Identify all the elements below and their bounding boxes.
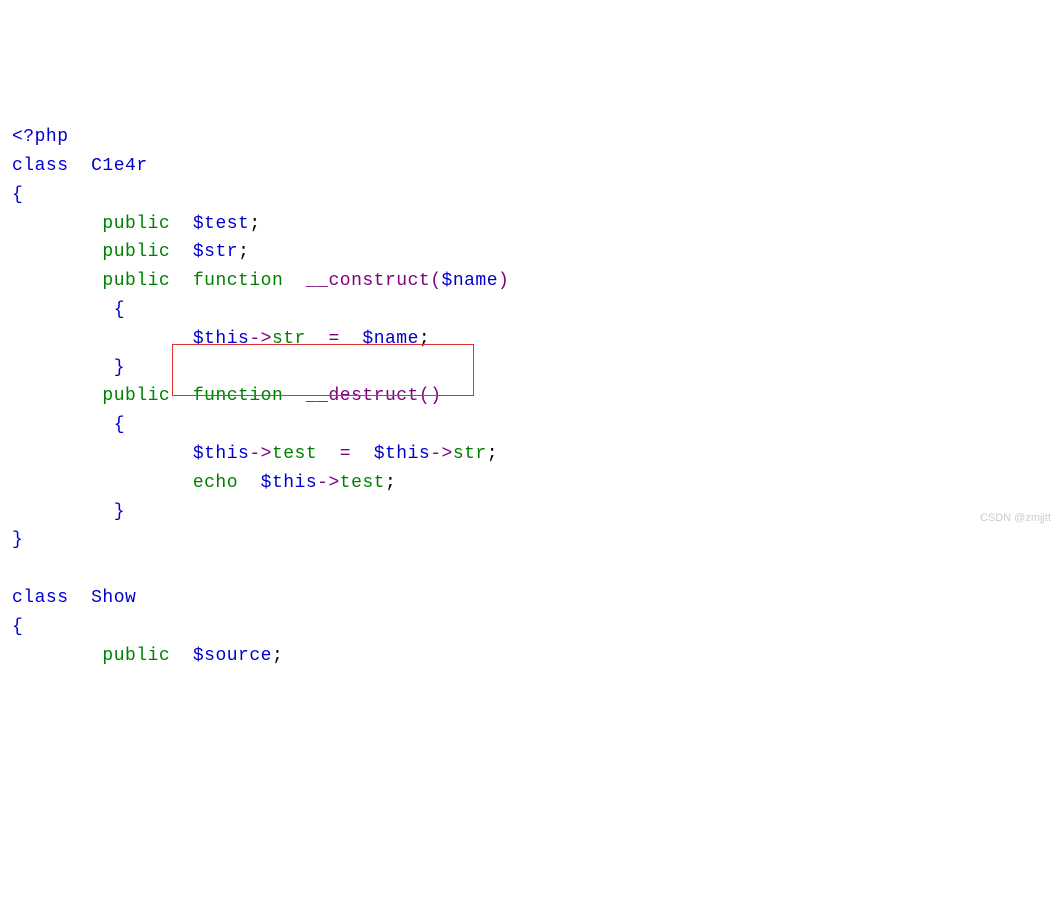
keyword-public: public [102,386,170,406]
equals-op: = [340,444,351,464]
watermark-text: CSDN @zmjjtt [980,510,1051,528]
class-name: Show [91,588,136,608]
semicolon: ; [272,646,283,666]
this-var: $this [193,329,250,349]
brace-close: } [114,358,125,378]
brace-open: { [12,185,23,205]
paren-open: ( [419,386,430,406]
semicolon: ; [385,473,396,493]
keyword-public: public [102,646,170,666]
class-name: C1e4r [91,156,148,176]
brace-close: } [12,530,23,550]
arrow-op: -> [249,329,272,349]
arrow-op: -> [249,444,272,464]
brace-open: { [114,415,125,435]
keyword-echo: echo [193,473,238,493]
var: $test [193,214,250,234]
semicolon: ; [249,214,260,234]
code-block: <?php class C1e4r { public $test; public… [12,123,1049,670]
keyword-function: function [193,386,283,406]
var: $str [193,242,238,262]
keyword-class: class [12,156,69,176]
keyword-public: public [102,271,170,291]
function-name: __destruct [306,386,419,406]
semicolon: ; [487,444,498,464]
member: str [272,329,306,349]
member: test [272,444,317,464]
php-open-tag: <?php [12,127,69,147]
semicolon: ; [238,242,249,262]
keyword-function: function [193,271,283,291]
paren-close: ) [430,386,441,406]
arrow-op: -> [317,473,340,493]
param: $name [442,271,499,291]
brace-close: } [114,502,125,522]
brace-open: { [12,617,23,637]
this-var: $this [374,444,431,464]
keyword-class: class [12,588,69,608]
this-var: $this [261,473,318,493]
brace-open: { [114,300,125,320]
arrow-op: -> [430,444,453,464]
function-name: __construct [306,271,430,291]
paren-open: ( [430,271,441,291]
var: $name [362,329,419,349]
semicolon: ; [419,329,430,349]
keyword-public: public [102,242,170,262]
keyword-public: public [102,214,170,234]
equals-op: = [328,329,339,349]
this-var: $this [193,444,250,464]
paren-close: ) [498,271,509,291]
var: $source [193,646,272,666]
member: str [453,444,487,464]
member: test [340,473,385,493]
